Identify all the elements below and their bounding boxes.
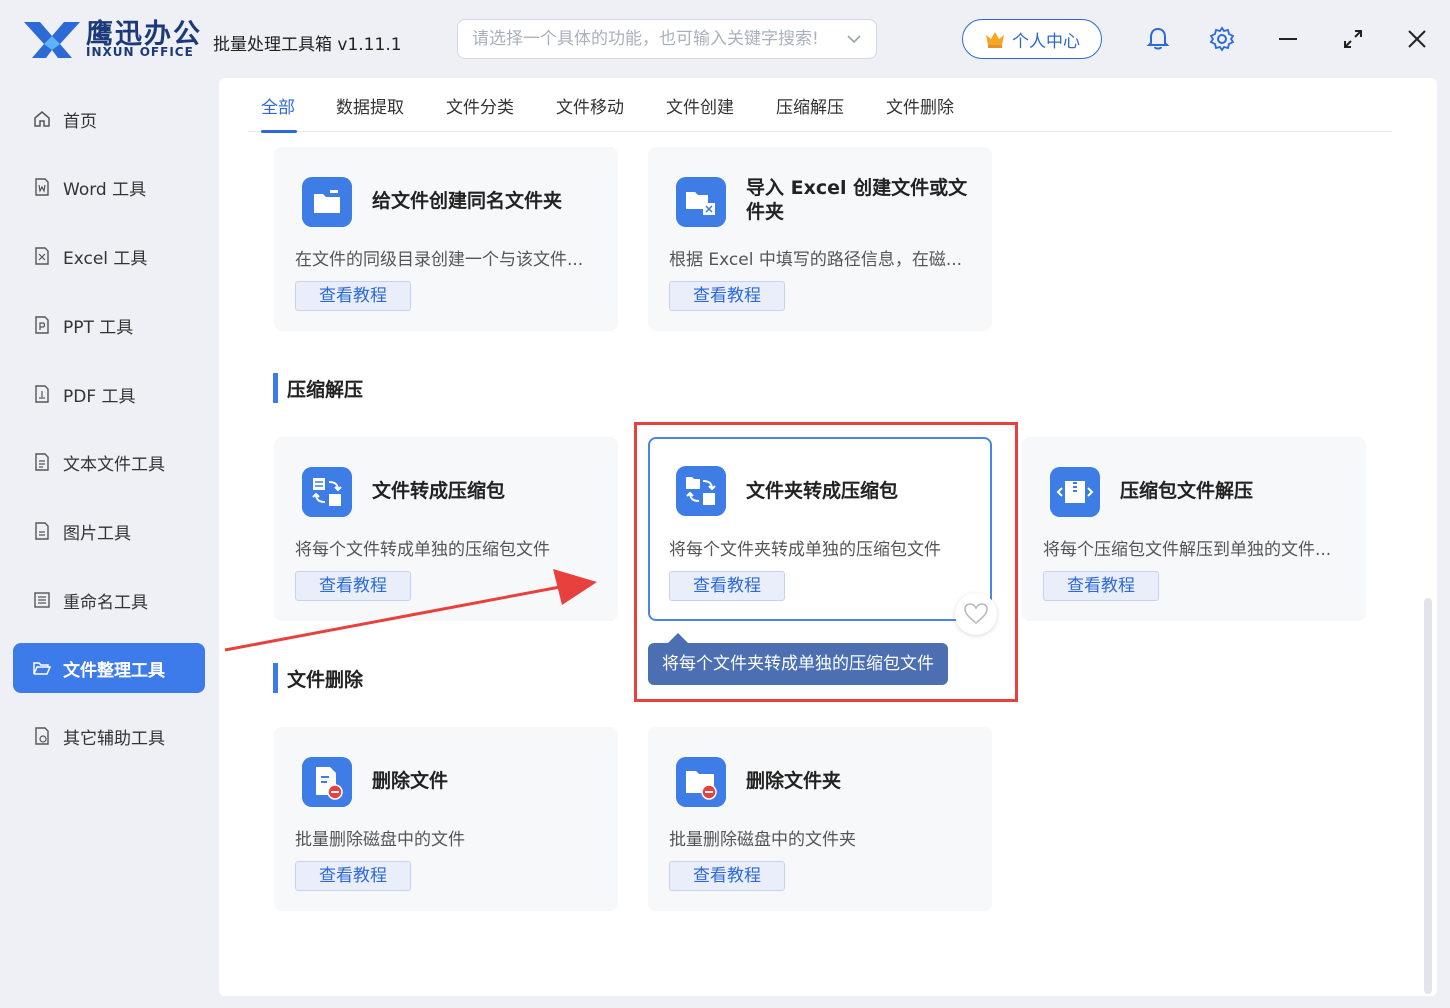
card-delete-folders[interactable]: 删除文件夹 批量删除磁盘中的文件夹 查看教程: [648, 727, 992, 911]
main-panel: 全部 数据提取 文件分类 文件移动 文件创建 压缩解压 文件删除 给文件创建同名…: [219, 78, 1437, 996]
app-logo-icon: [24, 22, 80, 58]
card-description: 批量删除磁盘中的文件夹: [669, 830, 856, 850]
view-tutorial-button[interactable]: 查看教程: [669, 281, 785, 311]
section-title-delete: 文件删除: [273, 663, 363, 693]
card-import-excel-create[interactable]: 导入 Excel 创建文件或文件夹 根据 Excel 中填写的路径信息，在磁..…: [648, 147, 992, 331]
file-convert-icon: [302, 467, 352, 517]
sidebar-item-label: 首页: [63, 111, 97, 132]
sidebar-item-excel[interactable]: Excel 工具: [13, 231, 205, 281]
vertical-scrollbar[interactable]: [1421, 78, 1437, 996]
sidebar-item-word[interactable]: Word 工具: [13, 162, 205, 212]
search-box[interactable]: [457, 19, 877, 59]
view-tutorial-button[interactable]: 查看教程: [295, 861, 411, 891]
card-description: 根据 Excel 中填写的路径信息，在磁...: [669, 250, 963, 270]
excel-folder-icon: [676, 177, 726, 227]
view-tutorial-button[interactable]: 查看教程: [669, 861, 785, 891]
sidebar-item-label: 其它辅助工具: [63, 728, 165, 749]
sidebar-item-label: PPT 工具: [63, 317, 134, 338]
view-tutorial-button[interactable]: 查看教程: [295, 281, 411, 311]
ppt-file-icon: [35, 316, 49, 334]
delete-file-icon: [302, 757, 352, 807]
card-title: 删除文件: [372, 770, 449, 792]
card-title: 导入 Excel 创建文件或文件夹: [746, 177, 968, 223]
sidebar-item-home[interactable]: 首页: [13, 94, 205, 144]
card-create-same-name-folder[interactable]: 给文件创建同名文件夹 在文件的同级目录创建一个与该文件... 查看教程: [274, 147, 618, 331]
tab-file-classify[interactable]: 文件分类: [446, 93, 514, 118]
user-center-label: 个人中心: [1012, 31, 1080, 52]
sidebar-item-label: 重命名工具: [63, 592, 148, 613]
card-title: 删除文件夹: [746, 770, 842, 792]
excel-file-icon: [35, 247, 49, 265]
active-tab-indicator: [261, 130, 297, 133]
bell-icon[interactable]: [1145, 26, 1171, 52]
user-center-button[interactable]: 个人中心: [962, 19, 1102, 59]
sidebar-item-label: Word 工具: [63, 179, 147, 200]
scrollbar-thumb[interactable]: [1424, 598, 1432, 994]
view-tutorial-button[interactable]: 查看教程: [295, 571, 411, 601]
sidebar-item-label: PDF 工具: [63, 386, 136, 407]
folder-open-icon: [33, 662, 51, 675]
section-title-compress: 压缩解压: [273, 373, 363, 403]
sidebar-item-text[interactable]: 文本文件工具: [13, 437, 205, 487]
view-tutorial-button[interactable]: 查看教程: [1043, 571, 1159, 601]
tab-file-delete[interactable]: 文件删除: [886, 93, 954, 118]
card-title: 给文件创建同名文件夹: [372, 190, 563, 212]
card-description: 在文件的同级目录创建一个与该文件...: [295, 250, 584, 270]
image-file-icon: [35, 522, 49, 540]
sidebar-item-label: 文本文件工具: [63, 454, 165, 475]
tab-data-extract[interactable]: 数据提取: [336, 93, 404, 118]
sidebar-item-ppt[interactable]: PPT 工具: [13, 300, 205, 350]
close-icon[interactable]: [1404, 26, 1430, 52]
category-tabs: 全部 数据提取 文件分类 文件移动 文件创建 压缩解压 文件删除: [248, 78, 1392, 132]
card-file-to-zip[interactable]: 文件转成压缩包 将每个文件转成单独的压缩包文件 查看教程: [274, 437, 618, 621]
sidebar-item-rename[interactable]: 重命名工具: [13, 575, 205, 625]
chevron-down-icon[interactable]: [846, 31, 862, 47]
rename-icon: [34, 592, 50, 608]
card-title: 文件转成压缩包: [372, 480, 506, 502]
delete-folder-icon: [676, 757, 726, 807]
tab-file-move[interactable]: 文件移动: [556, 93, 624, 118]
app-title: 批量处理工具箱 v1.11.1: [213, 35, 402, 55]
tab-file-create[interactable]: 文件创建: [666, 93, 734, 118]
card-description: 将每个文件转成单独的压缩包文件: [295, 540, 550, 560]
pdf-file-icon: [35, 385, 49, 403]
brand-name-en: INXUN OFFICE: [86, 45, 194, 59]
sidebar-item-label: Excel 工具: [63, 248, 148, 269]
card-title: 压缩包文件解压: [1120, 480, 1254, 502]
card-description: 批量删除磁盘中的文件: [295, 830, 465, 850]
card-unzip[interactable]: 压缩包文件解压 将每个压缩包文件解压到单独的文件... 查看教程: [1022, 437, 1366, 621]
search-input[interactable]: [458, 20, 828, 58]
tab-compress[interactable]: 压缩解压: [776, 93, 844, 118]
sidebar-item-file-organize[interactable]: 文件整理工具: [13, 643, 205, 693]
text-file-icon: [35, 453, 49, 471]
crown-icon: [986, 32, 1004, 48]
sidebar-item-other-tools[interactable]: 其它辅助工具: [13, 711, 205, 761]
title-bar: 鹰迅办公 INXUN OFFICE 批量处理工具箱 v1.11.1 个人中心: [0, 0, 1450, 78]
sidebar-item-image[interactable]: 图片工具: [13, 506, 205, 556]
gear-icon[interactable]: [1209, 26, 1235, 52]
word-file-icon: [35, 178, 49, 196]
tools-icon: [35, 727, 49, 745]
minimize-icon[interactable]: [1275, 26, 1301, 52]
tab-all[interactable]: 全部: [261, 93, 295, 118]
home-icon: [34, 111, 50, 127]
card-description: 将每个压缩包文件解压到单独的文件...: [1043, 540, 1332, 560]
sidebar-item-label: 文件整理工具: [63, 660, 165, 681]
card-delete-files[interactable]: 删除文件 批量删除磁盘中的文件 查看教程: [274, 727, 618, 911]
annotation-highlight-box: [634, 422, 1018, 702]
folder-icon: [302, 177, 352, 227]
maximize-icon[interactable]: [1340, 26, 1366, 52]
sidebar-item-pdf[interactable]: PDF 工具: [13, 369, 205, 419]
sidebar: 首页 Word 工具 Excel 工具 PPT 工具 PDF 工具 文本文件工具…: [0, 78, 218, 1008]
sidebar-item-label: 图片工具: [63, 523, 131, 544]
unzip-icon: [1050, 467, 1100, 517]
